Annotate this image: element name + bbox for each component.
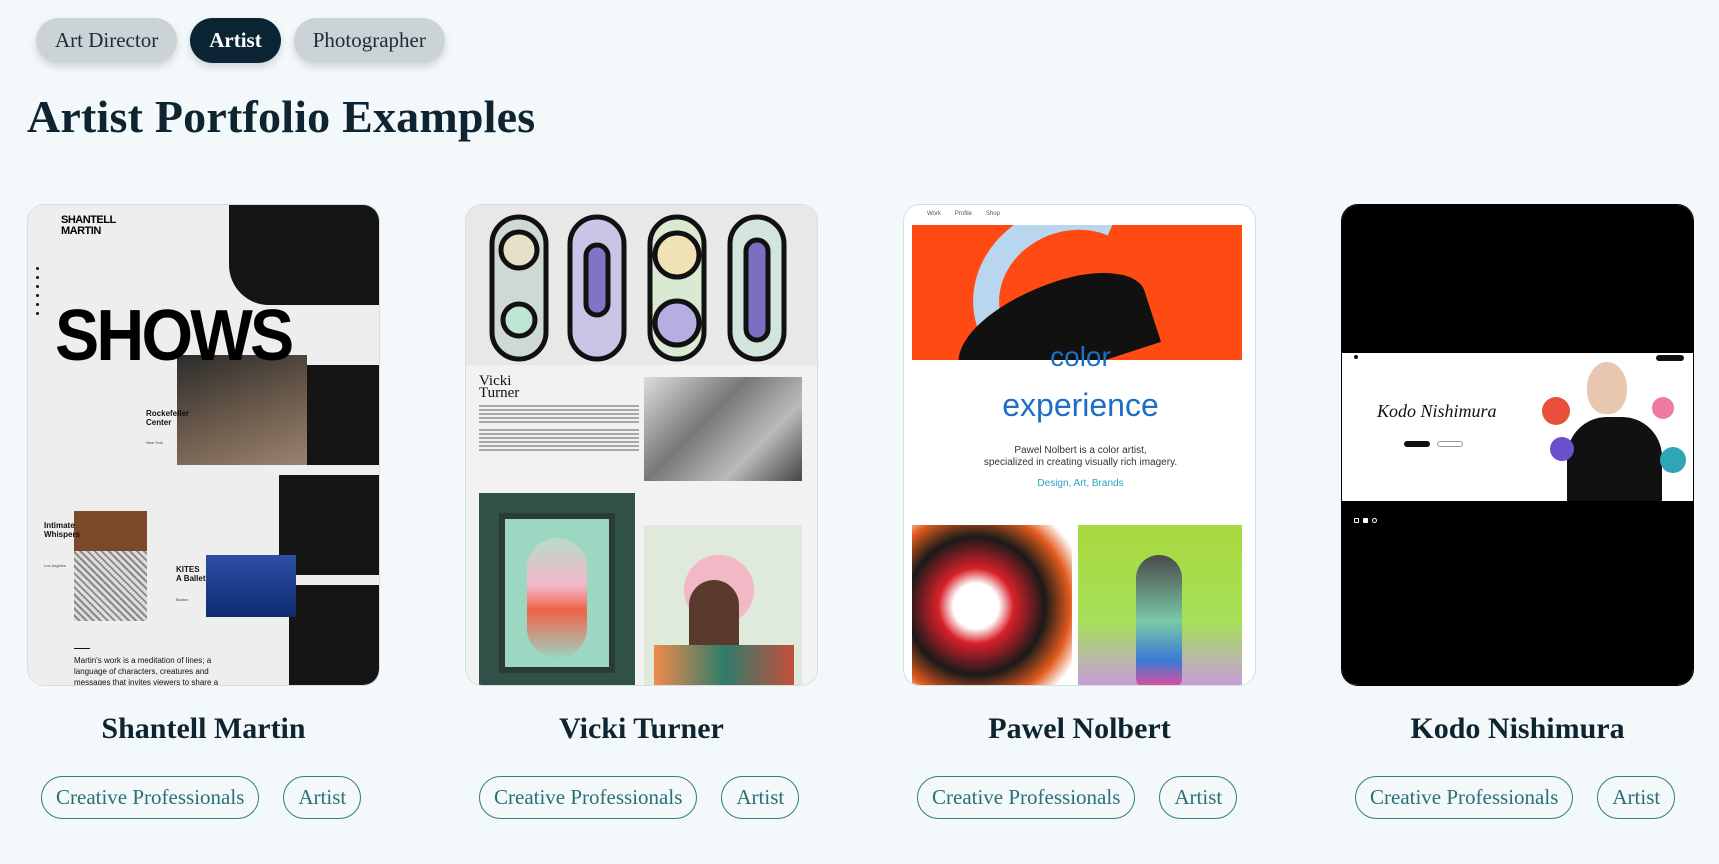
hero-artwork	[912, 225, 1242, 360]
tiktok-icon	[1372, 518, 1377, 523]
nav-item: Work	[927, 211, 941, 217]
artist-name[interactable]: Shantell Martin	[27, 712, 380, 746]
bio-text-lines	[479, 405, 639, 453]
nav-item: Profile	[954, 211, 972, 217]
tag-artist[interactable]: Artist	[283, 776, 362, 819]
portfolio-card-kodo-nishimura[interactable]: Kodo Nishimura Kodo Nishimura Creative P…	[1341, 204, 1694, 819]
artist-photo	[644, 377, 802, 481]
tag-artist[interactable]: Artist	[721, 776, 800, 819]
artwork-tile	[479, 493, 635, 685]
filter-chip-photographer[interactable]: Photographer	[293, 18, 445, 63]
tag-creative-professionals[interactable]: Creative Professionals	[1355, 776, 1574, 819]
gallery-photo	[74, 551, 147, 621]
instagram-icon	[1354, 518, 1359, 523]
stained-glass-shapes	[489, 214, 787, 362]
tag-list: Creative Professionals Artist	[917, 776, 1238, 819]
tag-artist[interactable]: Artist	[1159, 776, 1238, 819]
description-line: specialized in creating visually rich im…	[983, 457, 1178, 468]
cta-button	[1437, 441, 1463, 447]
social-icons	[1354, 518, 1384, 523]
portfolio-card-vicki-turner[interactable]: Vicki Turner Vicki Turner Creative Profe…	[465, 204, 818, 819]
tag-list: Creative Professionals Artist	[1355, 776, 1676, 819]
hero-word-experience: experience	[1002, 387, 1159, 423]
gallery-photo	[206, 555, 296, 617]
photo-hand	[229, 205, 379, 305]
tag-creative-professionals[interactable]: Creative Professionals	[917, 776, 1136, 819]
filter-chip-art-director[interactable]: Art Director	[36, 18, 178, 63]
site-logo-dot	[1354, 355, 1358, 359]
show-city: New York	[146, 440, 163, 445]
role-filter-bar: Art Director Artist Photographer	[36, 18, 445, 63]
signature-logo: Kodo Nishimura	[1377, 401, 1497, 421]
photo-hand	[289, 585, 379, 685]
stained-glass-artwork	[466, 205, 817, 365]
artist-name[interactable]: Vicki Turner	[465, 712, 818, 746]
show-city: Los Angeles	[44, 563, 66, 568]
show-title: KITES A Ballet	[176, 565, 206, 583]
artist-name[interactable]: Pawel Nolbert	[903, 712, 1256, 746]
show-city: Boston	[176, 597, 189, 602]
shows-headline: SHOWS	[55, 296, 294, 376]
tag-list: Creative Professionals Artist	[479, 776, 800, 819]
portfolio-thumbnail[interactable]: Kodo Nishimura	[1341, 204, 1694, 686]
brand-logo: SHANTELL MARTIN	[61, 214, 116, 237]
portfolio-thumbnail[interactable]: SHANTELL MARTIN SHOWS Rockefeller Center…	[27, 204, 380, 686]
filter-chip-artist[interactable]: Artist	[190, 18, 281, 63]
youtube-icon	[1363, 518, 1368, 523]
tag-artist[interactable]: Artist	[1597, 776, 1676, 819]
portrait-with-flowers	[1542, 357, 1692, 501]
site-nav: Work Profile Shop	[927, 211, 1000, 217]
artwork-tile	[644, 525, 802, 685]
artist-description: Pawel Nolbert is a color artist, special…	[904, 445, 1255, 469]
page: Art Director Artist Photographer Artist …	[0, 0, 1719, 864]
tag-creative-professionals[interactable]: Creative Professionals	[41, 776, 260, 819]
cta-button	[1404, 441, 1430, 447]
portfolio-thumbnail[interactable]: Work Profile Shop color experience Pawel…	[903, 204, 1256, 686]
gallery-photo	[74, 511, 147, 551]
hero-word-color: color	[1050, 341, 1111, 372]
show-title: Intimate Whispers	[44, 521, 81, 539]
portfolio-card-shantell-martin[interactable]: SHANTELL MARTIN SHOWS Rockefeller Center…	[27, 204, 380, 819]
nav-item: Shop	[985, 211, 1000, 217]
artwork-tile	[912, 525, 1072, 685]
bio-paragraph: Martin's work is a meditation of lines; …	[74, 656, 219, 686]
description-line: Pawel Nolbert is a color artist,	[1014, 445, 1147, 456]
tag-creative-professionals[interactable]: Creative Professionals	[479, 776, 698, 819]
artist-name[interactable]: Kodo Nishimura	[1341, 712, 1694, 746]
portfolio-thumbnail[interactable]: Vicki Turner	[465, 204, 818, 686]
portfolio-card-pawel-nolbert[interactable]: Work Profile Shop color experience Pawel…	[903, 204, 1256, 819]
category-links: Design, Art, Brands	[1037, 478, 1124, 489]
scroll-dots	[36, 267, 40, 321]
show-title: Rockefeller Center	[146, 409, 190, 427]
artwork-tile	[1078, 525, 1242, 685]
divider	[74, 648, 90, 649]
page-title: Artist Portfolio Examples	[27, 91, 536, 142]
tag-list: Creative Professionals Artist	[41, 776, 362, 819]
portfolio-title: Vicki Turner	[479, 373, 520, 401]
